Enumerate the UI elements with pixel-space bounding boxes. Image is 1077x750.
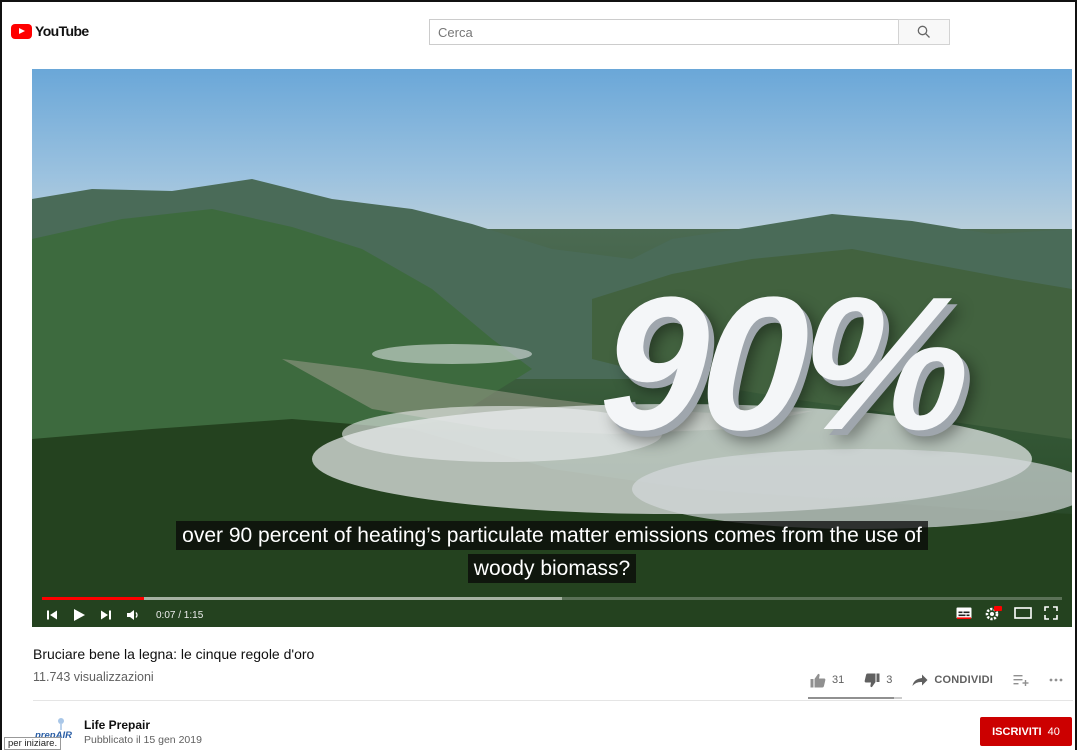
publish-date: Pubblicato il 15 gen 2019 — [84, 734, 202, 746]
settings-button[interactable] — [984, 605, 1002, 626]
search-bar — [429, 19, 950, 45]
next-button[interactable] — [100, 603, 112, 627]
theater-mode-button[interactable] — [1014, 606, 1032, 624]
time-display: 0:07 / 1:15 — [156, 609, 204, 621]
status-tooltip: per iniziare. — [4, 737, 62, 750]
previous-icon — [47, 610, 57, 620]
info-divider — [33, 700, 1073, 701]
subtitles-icon — [956, 607, 972, 619]
add-to-playlist-icon — [1013, 675, 1029, 686]
fullscreen-icon — [1044, 605, 1058, 620]
dislike-count: 3 — [886, 674, 893, 686]
player-controls-right — [956, 605, 1058, 626]
fullscreen-button[interactable] — [1044, 605, 1058, 625]
subscribe-button[interactable]: ISCRIVITI 40 — [980, 717, 1072, 746]
progress-played — [42, 597, 144, 600]
more-horizontal-icon — [1049, 678, 1063, 682]
search-icon — [917, 25, 930, 38]
overlay-percentage: 90% — [594, 258, 972, 470]
thumbs-down-icon — [864, 673, 880, 687]
play-button[interactable] — [72, 603, 86, 627]
masthead: YouTube — [2, 2, 1075, 56]
save-playlist-button[interactable] — [1013, 674, 1029, 686]
youtube-play-icon — [11, 23, 32, 39]
share-button[interactable]: CONDIVIDI — [912, 674, 993, 687]
volume-icon — [127, 610, 138, 620]
video-player[interactable]: 90% over 90 percent of heating’s particu… — [32, 69, 1072, 627]
channel-name[interactable]: Life Prepair — [84, 718, 150, 732]
sentiment-bar — [808, 697, 902, 699]
volume-button[interactable] — [126, 603, 140, 627]
caption-line: over 90 percent of heating’s particulate… — [176, 521, 928, 550]
logo-text: YouTube — [35, 23, 89, 39]
share-label: CONDIVIDI — [934, 674, 994, 686]
play-icon — [74, 609, 85, 621]
thumbs-up-icon — [810, 673, 826, 687]
next-icon — [101, 610, 111, 620]
video-actions: 31 3 CONDIVIDI — [810, 668, 1077, 692]
search-input[interactable] — [429, 19, 898, 45]
share-arrow-icon — [912, 674, 928, 686]
youtube-logo[interactable]: YouTube — [11, 22, 89, 40]
progress-bar[interactable] — [42, 597, 1062, 600]
player-controls: 0:07 / 1:15 — [32, 603, 1072, 627]
more-actions-button[interactable] — [1049, 678, 1063, 682]
subtitles: over 90 percent of heating’s particulate… — [32, 521, 1072, 583]
sentiment-like-portion — [808, 697, 894, 699]
theater-mode-icon — [1014, 607, 1032, 619]
subscribe-label: ISCRIVITI — [992, 725, 1042, 738]
search-button[interactable] — [898, 19, 950, 45]
like-button[interactable]: 31 — [810, 673, 844, 688]
subscriber-count: 40 — [1047, 725, 1060, 738]
like-count: 31 — [832, 674, 845, 686]
subtitles-button[interactable] — [956, 606, 972, 624]
dislike-button[interactable]: 3 — [864, 673, 892, 688]
view-count: 11.743 visualizzazioni — [33, 670, 154, 684]
video-title: Bruciare bene la legna: le cinque regole… — [33, 646, 315, 662]
previous-button[interactable] — [46, 603, 58, 627]
settings-icon — [985, 605, 1002, 620]
caption-line: woody biomass? — [467, 554, 637, 583]
